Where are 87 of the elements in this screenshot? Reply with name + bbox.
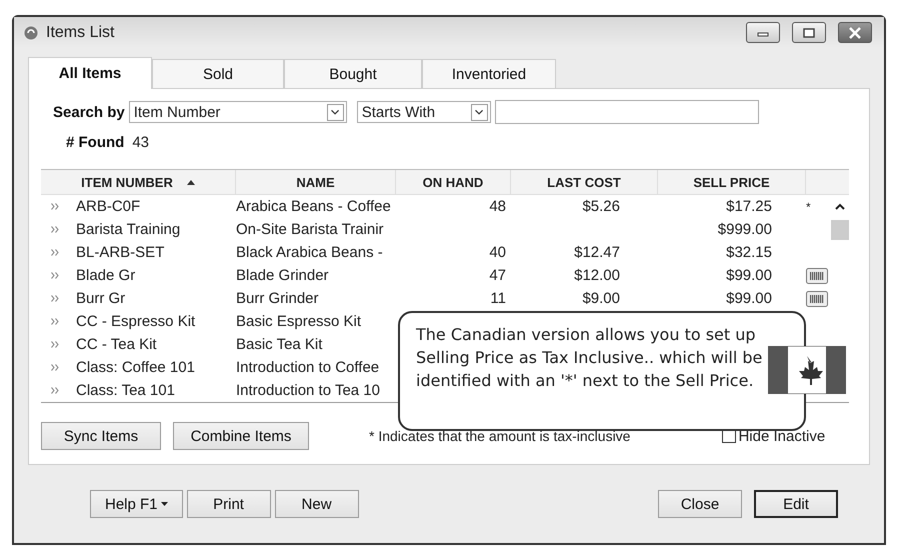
match-mode-dropdown[interactable]: Starts With: [356, 101, 491, 123]
table-cell-text: Blade Gr: [76, 267, 136, 284]
close-button[interactable]: [838, 22, 872, 43]
help-button[interactable]: Help F1: [90, 490, 183, 518]
column-header[interactable]: LAST COST: [511, 170, 658, 194]
table-cell-text: Barista Training: [76, 221, 182, 238]
double-chevron-icon[interactable]: [51, 249, 59, 256]
footer-button[interactable]: New: [274, 490, 359, 518]
table-row[interactable]: BL-ARB-SET Black Arabica Beans - 40 $12.47 $32.15: [41, 241, 849, 264]
table-row[interactable]: ARB-C0F Arabica Beans - Coffee 48 $5.26 $17.25 *: [41, 195, 849, 218]
combine-items-button[interactable]: Combine Items: [173, 422, 309, 450]
callout-text: The Canadian version allows you to set up Selling Price as Tax Inclusive.. which will be identified with an '*' next to the Sell Price.: [416, 324, 764, 392]
table-cell-text: CC - Espresso Kit: [76, 313, 196, 330]
barcode-icon[interactable]: [806, 268, 828, 284]
column-header[interactable]: ITEM NUMBER: [41, 170, 236, 194]
table-cell-text: Black Arabica Beans -: [236, 244, 384, 261]
table-row[interactable]: Class: Coffee 101 Introduction to Coffee: [41, 356, 391, 379]
table-cell-text: $12.47: [573, 244, 621, 261]
table-cell-text: $12.00: [573, 267, 621, 284]
table-cell-text: Blade Grinder: [236, 267, 330, 284]
column-header[interactable]: ON HAND: [396, 170, 511, 194]
column-header[interactable]: SELL PRICE: [658, 170, 806, 194]
chevron-down-icon[interactable]: [326, 104, 344, 120]
table-cell-text: BL-ARB-SET: [76, 244, 166, 261]
barcode-icon[interactable]: [806, 290, 828, 306]
table-cell-text: Basic Espresso Kit: [236, 313, 362, 330]
column-header[interactable]: NAME: [236, 170, 396, 194]
found-count: 43: [132, 134, 150, 150]
search-field-dropdown[interactable]: Item Number: [128, 101, 347, 123]
tab[interactable]: Bought: [284, 59, 422, 89]
app-icon: [24, 26, 38, 40]
table-cell-text: 48: [488, 198, 507, 215]
table-cell-text: $32.15: [725, 244, 773, 261]
double-chevron-icon[interactable]: [51, 295, 59, 302]
tab[interactable]: Sold: [152, 59, 284, 89]
minimize-button[interactable]: [746, 22, 780, 43]
maximize-icon: [803, 28, 815, 38]
double-chevron-icon[interactable]: [51, 272, 59, 279]
table-cell-text: $17.25: [725, 198, 773, 215]
footer-button[interactable]: Close: [658, 490, 742, 518]
table-cell-text: On-Site Barista Trainir: [236, 221, 385, 238]
sort-ascending-icon: [186, 180, 195, 184]
table-row[interactable]: Class: Tea 101 Introduction to Tea 10: [41, 379, 391, 402]
table-row[interactable]: Barista Training On-Site Barista Trainir $999.00: [41, 218, 849, 241]
search-label: Search by: [53, 104, 125, 120]
table-cell-text: $999.00: [716, 221, 773, 238]
tax-inclusive-mark: *: [806, 200, 811, 214]
table-cell-text: $99.00: [725, 267, 773, 284]
double-chevron-icon[interactable]: [51, 341, 59, 348]
footer-button[interactable]: Print: [186, 490, 271, 518]
double-chevron-icon[interactable]: [51, 226, 59, 233]
window-title: Items List: [46, 24, 116, 42]
chevron-down-icon[interactable]: [470, 104, 488, 120]
scrollbar-thumb[interactable]: [831, 220, 849, 240]
footer-button[interactable]: Edit: [754, 490, 838, 518]
found-label: # Found: [66, 134, 124, 150]
double-chevron-icon[interactable]: [51, 203, 59, 210]
table-cell-text: Class: Coffee 101: [76, 359, 196, 376]
table-cell-text: Class: Tea 101: [76, 382, 176, 399]
tab[interactable]: All Items: [28, 57, 152, 89]
table-cell-text: 11: [489, 290, 507, 307]
table-cell-text: Introduction to Tea 10: [236, 382, 381, 399]
table-cell-text: Burr Gr: [76, 290, 126, 307]
close-icon: [848, 26, 862, 38]
table-cell-text: 47: [488, 267, 507, 284]
maximize-button[interactable]: [792, 22, 826, 43]
table-cell-text: Basic Tea Kit: [236, 336, 324, 353]
double-chevron-icon[interactable]: [51, 318, 59, 325]
footnote: * Indicates that the amount is tax-inclusive: [369, 428, 630, 444]
table-cell-text: Burr Grinder: [236, 290, 320, 307]
table-cell-text: ARB-C0F: [76, 198, 142, 215]
table-cell-text: Arabica Beans - Coffee: [236, 198, 392, 215]
tab[interactable]: Inventoried: [422, 59, 556, 89]
table-cell-text: 40: [488, 244, 507, 261]
table-cell-text: $5.26: [581, 198, 621, 215]
scroll-up-icon[interactable]: [835, 203, 845, 210]
table-row[interactable]: CC - Tea Kit Basic Tea Kit: [41, 333, 391, 356]
table-cell-text: CC - Tea Kit: [76, 336, 158, 353]
sync-items-button[interactable]: Sync Items: [41, 422, 161, 450]
search-input[interactable]: [494, 100, 759, 124]
caret-icon: [160, 502, 168, 506]
table-row[interactable]: CC - Espresso Kit Basic Espresso Kit: [41, 310, 391, 333]
table-cell-text: Introduction to Coffee: [236, 359, 380, 376]
table-cell-text: $9.00: [581, 290, 621, 307]
table-cell-text: $99.00: [725, 290, 773, 307]
double-chevron-icon[interactable]: [51, 364, 59, 371]
double-chevron-icon[interactable]: [51, 387, 59, 394]
